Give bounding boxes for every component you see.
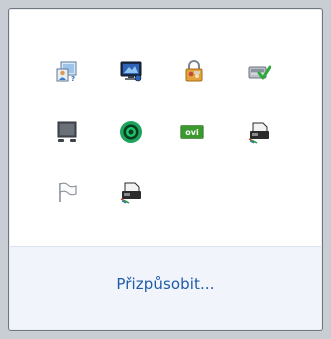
network-user-icon[interactable]: ? — [55, 59, 79, 83]
hardware-check-icon[interactable] — [247, 59, 271, 83]
svg-text:?: ? — [71, 75, 75, 83]
notification-area-overflow-panel: ? ovi Přizpůsobit... — [8, 8, 323, 331]
security-lock-icon[interactable] — [182, 59, 206, 83]
tray-overflow-backdrop: ? ovi Přizpůsobit... — [0, 0, 331, 339]
green-target-icon[interactable] — [119, 120, 143, 144]
panel-footer: Přizpůsobit... — [10, 247, 321, 329]
ovi-badge-label: ovi — [185, 128, 199, 137]
display-device-icon[interactable] — [55, 120, 79, 144]
ovi-badge-icon[interactable]: ovi — [180, 120, 210, 144]
action-center-flag-icon[interactable] — [55, 180, 79, 204]
printer-icon[interactable] — [119, 180, 143, 204]
printer-icon[interactable] — [247, 120, 271, 144]
customize-link[interactable]: Přizpůsobit... — [10, 275, 321, 293]
monitor-network-icon[interactable] — [119, 59, 143, 83]
